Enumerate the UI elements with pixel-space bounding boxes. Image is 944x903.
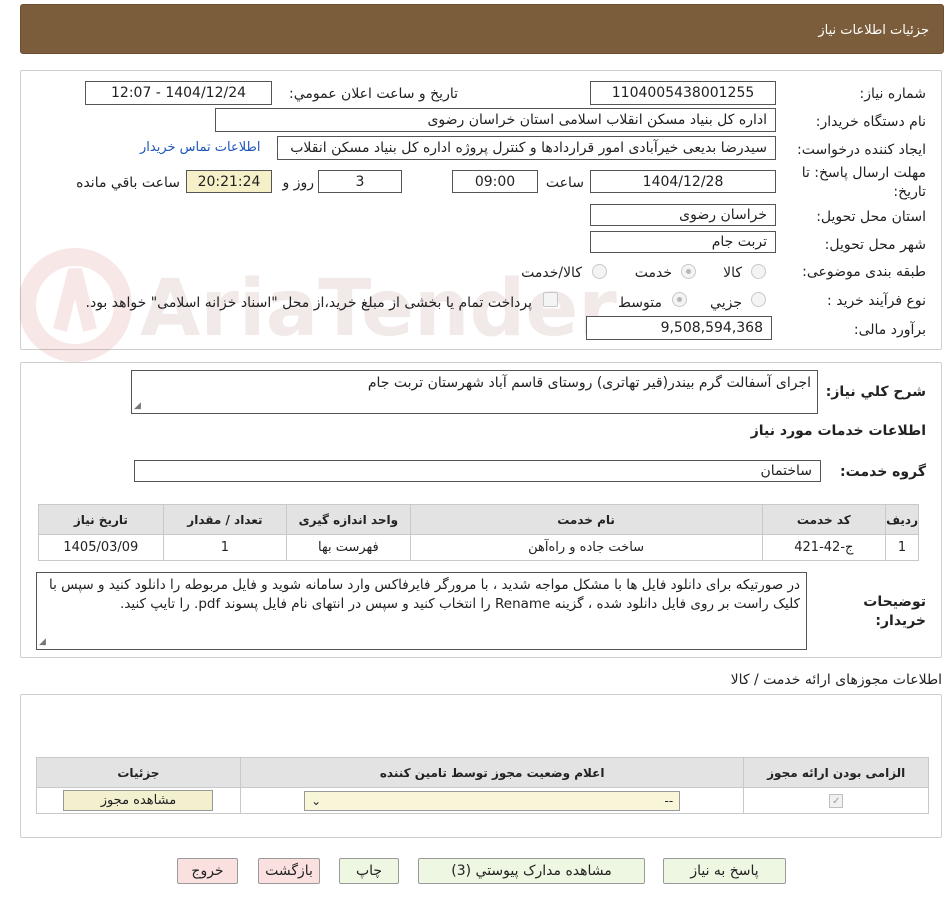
city-field: تربت جام [590,231,776,253]
process-option-medium: متوسط [618,295,662,311]
service-group-field: ساختمان [134,460,821,482]
cell-service-name: ساخت جاده و راه‌آهن [409,534,763,561]
city-label: شهر محل تحويل: [824,237,926,253]
notes-resize-grip-icon: ◢ [39,637,46,647]
description-label: شرح کلي نياز: [825,384,926,400]
page-header: جزئیات اطلاعات نیاز [20,4,944,54]
buyer-notes-label: توضيحات [863,594,926,610]
province-field: خراسان رضوی [590,204,776,226]
buyer-contact-link[interactable]: اطلاعات تماس خريدار [140,140,260,155]
deadline-date-field: 1404/12/28 [590,170,776,193]
process-radio-medium[interactable] [672,292,687,307]
process-type-label: نوع فرآيند خريد : [827,293,926,309]
buyer-notes-label-2: خريدار: [875,613,926,629]
remaining-time-field: 20:21:24 [186,170,272,193]
budget-field: 9,508,594,368 [586,316,772,340]
category-option-goods: کالا [723,265,742,281]
services-table: رديف کد خدمت نام خدمت واحد اندازه گيری ت… [38,504,919,561]
table-row: 1 ج-42-421 ساخت جاده و راه‌آهن فهرست بها… [38,534,919,561]
print-button[interactable]: چاپ [339,858,399,884]
exit-button[interactable]: خروج [177,858,238,884]
col-permit-details: جزئيات [36,757,241,788]
col-service-code: کد خدمت [761,504,887,535]
deadline-time-field: 09:00 [452,170,538,193]
category-radio-goods-service[interactable] [592,264,607,279]
col-service-name: نام خدمت [409,504,763,535]
category-label: طبقه بندی موضوعی: [802,264,926,280]
permit-status-value: -- [664,793,674,808]
deadline-label: مهلت ارسال پاسخ: تا [801,165,926,181]
permits-table-header: الزامی بودن ارائه مجوز اعلام وضعيت مجوز … [36,757,929,788]
announce-date-field: 1404/12/24 - 12:07 [85,81,272,105]
cell-permit-required: ✓ [743,787,929,814]
cell-service-code: ج-42-421 [761,534,887,561]
province-label: استان محل تحويل: [816,209,926,225]
col-unit: واحد اندازه گيری [286,504,411,535]
category-radio-goods[interactable] [751,264,766,279]
reply-button[interactable]: پاسخ به نياز [663,858,786,884]
budget-label: برآورد مالی: [853,322,926,338]
treasury-checkbox[interactable] [543,292,558,307]
view-permit-button[interactable]: مشاهده مجوز [63,790,214,811]
col-need-date: تاريخ نياز [38,504,164,535]
col-permit-status: اعلام وضعيت مجوز توسط تامين کننده [239,757,745,788]
buyer-org-field: اداره کل بنیاد مسکن انقلاب اسلامی استان … [215,108,776,132]
service-group-label: گروه خدمت: [840,464,926,480]
permit-required-checkbox: ✓ [829,794,844,809]
chevron-down-icon: ⌄ [311,793,322,808]
need-number-field: 1104005438001255 [590,81,776,105]
description-textarea[interactable]: اجرای آسفالت گرم بیندر(قیر تهاتری) روستا… [131,370,818,414]
days-label: روز و [282,175,315,191]
need-number-label: شماره نیاز: [859,86,927,102]
back-button[interactable]: بازگشت [258,858,320,884]
buyer-org-label: نام دستگاه خريدار: [815,114,926,130]
permits-section-title: اطلاعات مجوزهای ارائه خدمت / کالا [730,672,942,688]
remaining-time-label: ساعت باقي مانده [76,175,180,191]
permit-status-select[interactable]: ⌄ -- [304,790,681,811]
permits-table: الزامی بودن ارائه مجوز اعلام وضعيت مجوز … [36,757,929,814]
page-title: جزئیات اطلاعات نیاز [818,23,929,38]
process-option-minor: جزيي [710,295,742,311]
buyer-notes-textarea[interactable]: در صورتیکه برای دانلود فایل ها با مشکل م… [36,572,807,650]
creator-label: ايجاد کننده درخواست: [797,142,926,158]
category-option-goods-service: کالا/خدمت [521,265,582,281]
category-radio-service[interactable] [681,264,696,279]
view-attachments-button[interactable]: مشاهده مدارک پيوستي (3) [418,858,645,884]
resize-grip-icon: ◢ [134,401,141,411]
table-row: ✓ ⌄ -- مشاهده مجوز [36,787,929,814]
col-quantity: تعداد / مقدار [162,504,288,535]
cell-row: 1 [885,534,919,561]
deadline-time-label: ساعت [545,175,584,191]
process-radio-minor[interactable] [751,292,766,307]
cell-permit-status: ⌄ -- [239,787,745,814]
services-section-title: اطلاعات خدمات مورد نياز [750,423,926,439]
category-option-service: خدمت [634,265,672,281]
cell-permit-details: مشاهده مجوز [36,787,241,814]
services-table-header: رديف کد خدمت نام خدمت واحد اندازه گيری ت… [38,504,919,535]
treasury-payment-note: پرداخت تمام يا بخشی از مبلغ خريد،از محل … [85,295,532,311]
announce-date-label: تاریخ و ساعت اعلان عمومي: [289,86,458,102]
cell-quantity: 1 [162,534,288,561]
col-row: رديف [885,504,919,535]
remaining-days-field: 3 [318,170,402,193]
cell-need-date: 1405/03/09 [38,534,164,561]
cell-unit: فهرست بها [286,534,411,561]
col-permit-required: الزامی بودن ارائه مجوز [743,757,929,788]
deadline-label-2: تاريخ: [893,184,926,200]
creator-field: سیدرضا بدیعی خیرآبادی امور قراردادها و ک… [277,136,776,160]
